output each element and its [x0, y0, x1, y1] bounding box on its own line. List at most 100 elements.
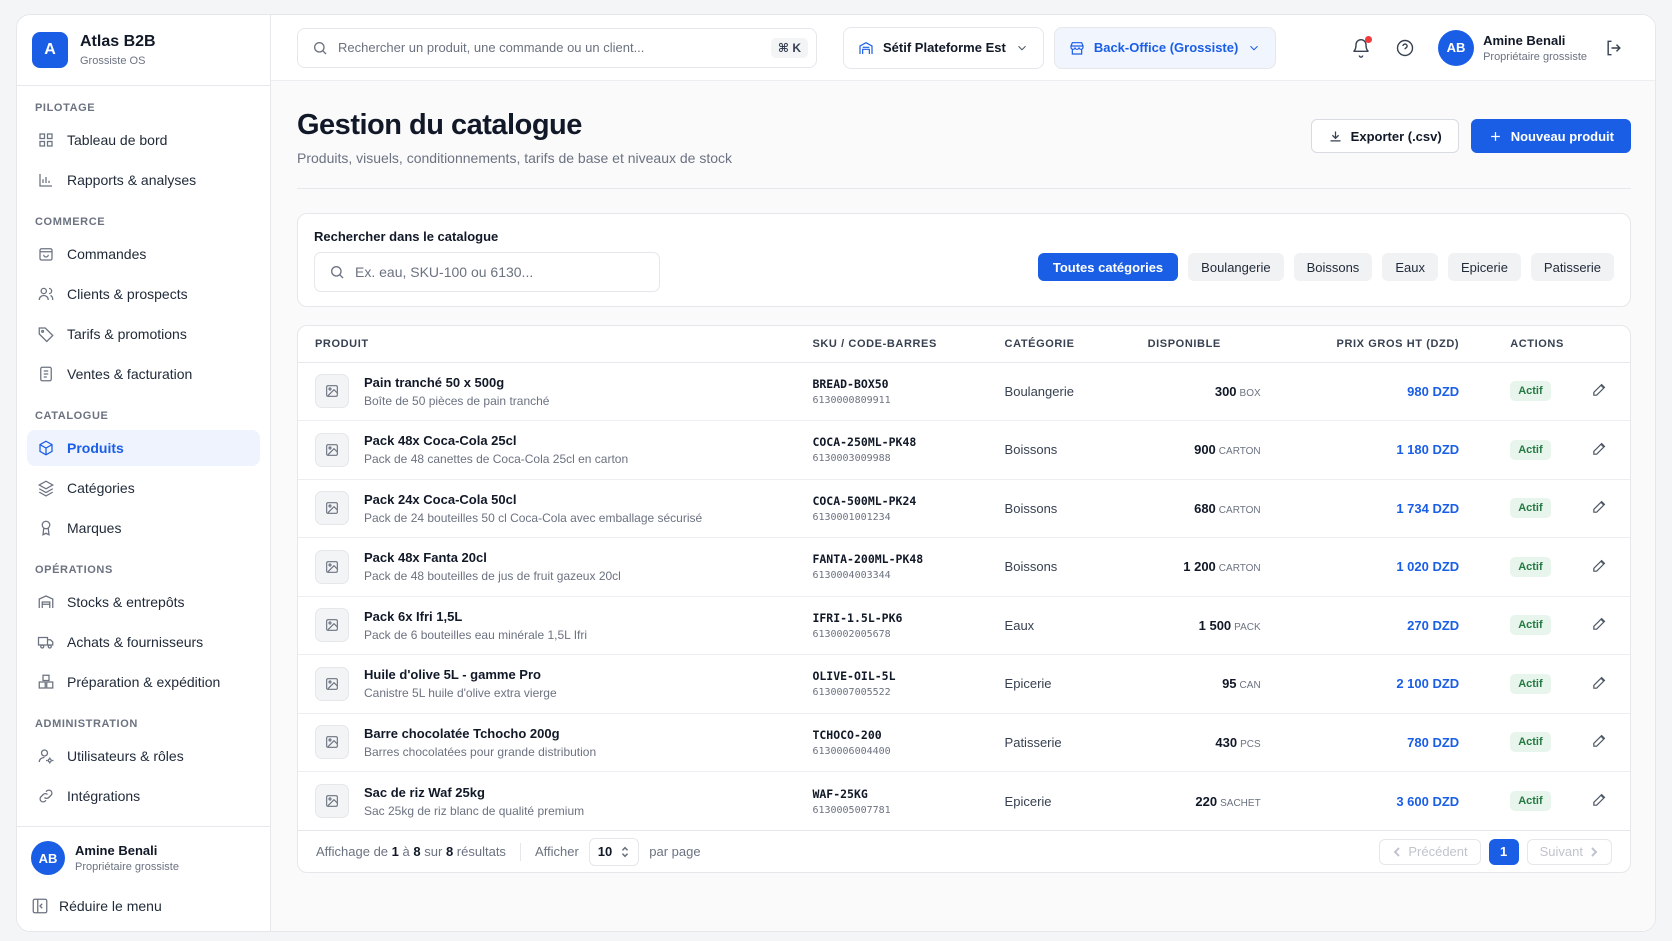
product-barcode: 6130007005522: [812, 687, 891, 699]
product-name[interactable]: Pack 48x Fanta 20cl: [364, 550, 621, 565]
product-description: Pack de 48 bouteilles de jus de fruit ga…: [364, 569, 621, 584]
table-row[interactable]: Pain tranché 50 x 500g Boîte de 50 pièce…: [298, 362, 1630, 421]
sidebar-item-preparation-expedition[interactable]: Préparation & expédition: [27, 664, 260, 700]
sidebar-item-clients-prospects[interactable]: Clients & prospects: [27, 276, 260, 312]
bag-icon: [39, 248, 53, 261]
sidebar-item-produits[interactable]: Produits: [27, 430, 260, 466]
product-thumbnail[interactable]: [315, 549, 349, 584]
category-chip[interactable]: Eaux: [1382, 253, 1438, 281]
sidebar-item-stocks-entrepots[interactable]: Stocks & entrepôts: [27, 584, 260, 620]
product-name[interactable]: Pack 24x Coca-Cola 50cl: [364, 492, 702, 507]
product-quantity: 1 200: [1183, 559, 1216, 575]
logout-button[interactable]: [1597, 31, 1631, 65]
topbar-user[interactable]: AB Amine Benali Propriétaire grossiste: [1438, 29, 1587, 66]
table-row[interactable]: Pack 6x Ifri 1,5L Pack de 6 bouteilles e…: [298, 596, 1630, 655]
brand[interactable]: A Atlas B2B Grossiste OS: [17, 15, 270, 86]
product-thumbnail[interactable]: [315, 784, 349, 818]
workspace-select[interactable]: Back-Office (Grossiste): [1053, 26, 1277, 69]
brand-logo: A: [32, 32, 68, 68]
global-search-input[interactable]: [338, 40, 761, 55]
col-category[interactable]: CATÉGORIE: [1004, 326, 1133, 363]
product-thumbnail[interactable]: [315, 608, 349, 643]
catalog-search[interactable]: [314, 251, 660, 292]
brand-subtitle: Grossiste OS: [80, 55, 146, 67]
col-sku[interactable]: SKU / CODE-BARRES: [812, 326, 1005, 363]
edit-product-button[interactable]: [1591, 440, 1608, 460]
sidebar-item-utilisateurs-roles[interactable]: Utilisateurs & rôles: [27, 738, 260, 774]
product-name[interactable]: Sac de riz Waf 25kg: [364, 785, 584, 800]
sidebar-item-label: Rapports & analyses: [67, 172, 197, 188]
edit-product-button[interactable]: [1591, 615, 1608, 635]
product-name[interactable]: Huile d'olive 5L - gamme Pro: [364, 667, 557, 682]
nav-section-title: ADMINISTRATION: [35, 718, 138, 730]
sidebar-nav: PILOTAGE Tableau de bord Rapports & anal…: [17, 86, 270, 826]
notifications-button[interactable]: [1344, 31, 1378, 65]
edit-product-button[interactable]: [1591, 498, 1608, 518]
product-thumbnail[interactable]: [315, 491, 349, 526]
product-name[interactable]: Pain tranché 50 x 500g: [364, 375, 549, 390]
category-chip[interactable]: Toutes catégories: [1037, 253, 1179, 281]
table-row[interactable]: Pack 48x Fanta 20cl Pack de 48 bouteille…: [298, 537, 1630, 597]
sidebar-item-marques[interactable]: Marques: [27, 510, 260, 546]
catalog-search-input[interactable]: [355, 263, 645, 280]
global-search[interactable]: ⌘ K: [297, 27, 817, 68]
col-price[interactable]: PRIX GROS HT (DZD): [1260, 326, 1460, 363]
sidebar-item-achats-fournisseurs[interactable]: Achats & fournisseurs: [27, 624, 260, 660]
product-thumbnail[interactable]: [315, 374, 349, 409]
per-page-select[interactable]: 10: [588, 837, 640, 866]
sidebar-item-label: Ventes & facturation: [67, 366, 193, 382]
category-chip[interactable]: Patisserie: [1530, 253, 1614, 281]
sidebar-item-commandes[interactable]: Commandes: [27, 236, 260, 272]
product-unit: CARTON: [1218, 563, 1261, 575]
user-name: Amine Benali: [75, 843, 158, 858]
sidebar-item-tarifs-promotions[interactable]: Tarifs & promotions: [27, 316, 260, 352]
product-name[interactable]: Pack 6x Ifri 1,5L: [364, 609, 587, 624]
product-category: Boissons: [1004, 420, 1133, 480]
new-product-button[interactable]: Nouveau produit: [1470, 119, 1631, 153]
sort-updown-icon: [622, 846, 629, 857]
edit-product-button[interactable]: [1591, 557, 1608, 577]
collapse-menu-button[interactable]: Réduire le menu: [31, 897, 256, 915]
sidebar-user[interactable]: AB Amine Benali Propriétaire grossiste: [31, 841, 256, 875]
product-name[interactable]: Pack 48x Coca-Cola 25cl: [364, 433, 628, 448]
category-chip[interactable]: Boulangerie: [1188, 253, 1284, 281]
category-chip[interactable]: Boissons: [1293, 253, 1373, 281]
table-row[interactable]: Pack 48x Coca-Cola 25cl Pack de 48 canet…: [298, 420, 1630, 480]
product-name[interactable]: Barre chocolatée Tchocho 200g: [364, 726, 596, 741]
product-barcode: 6130004003344: [812, 570, 891, 582]
edit-product-button[interactable]: [1591, 791, 1608, 811]
table-row[interactable]: Barre chocolatée Tchocho 200g Barres cho…: [298, 713, 1630, 772]
previous-page-button[interactable]: Précédent: [1379, 838, 1481, 865]
sidebar-item-ventes-facturation[interactable]: Ventes & facturation: [27, 356, 260, 392]
edit-product-button[interactable]: [1591, 381, 1608, 401]
product-thumbnail[interactable]: [315, 725, 349, 760]
edit-product-button[interactable]: [1591, 674, 1608, 694]
table-row[interactable]: Huile d'olive 5L - gamme Pro Canistre 5L…: [298, 654, 1630, 714]
sidebar-item-rapports-analyses[interactable]: Rapports & analyses: [27, 162, 260, 198]
col-product[interactable]: PRODUIT: [298, 326, 813, 363]
sidebar-item-tableau-de-bord[interactable]: Tableau de bord: [27, 122, 260, 158]
sidebar-item-categories[interactable]: Catégories: [27, 470, 260, 506]
page-number-button[interactable]: 1: [1488, 838, 1519, 865]
category-chip[interactable]: Epicerie: [1447, 253, 1521, 281]
image-icon: [326, 677, 338, 690]
next-page-label: Suivant: [1539, 844, 1583, 859]
col-available[interactable]: DISPONIBLE: [1132, 326, 1261, 363]
product-thumbnail[interactable]: [315, 666, 349, 701]
sidebar-item-integrations[interactable]: Intégrations: [27, 778, 260, 814]
product-category: Epicerie: [1004, 793, 1052, 809]
product-price: 2 100 DZD: [1260, 654, 1460, 714]
next-page-button[interactable]: Suivant: [1526, 838, 1612, 865]
help-button[interactable]: [1388, 31, 1422, 65]
table-row[interactable]: Sac de riz Waf 25kg Sac 25kg de riz blan…: [298, 772, 1630, 831]
help-circle-icon: [1396, 39, 1414, 56]
table-row[interactable]: Pack 24x Coca-Cola 50cl Pack de 24 boute…: [298, 479, 1630, 538]
product-thumbnail[interactable]: [315, 432, 349, 467]
edit-product-button[interactable]: [1591, 732, 1608, 752]
export-csv-button[interactable]: Exporter (.csv): [1310, 119, 1459, 153]
sidebar-item-label: Produits: [67, 440, 124, 456]
warehouse-select[interactable]: Sétif Plateforme Est: [843, 26, 1044, 69]
product-category: Eaux: [1004, 596, 1133, 655]
product-unit: SACHET: [1220, 797, 1261, 809]
store-icon: [1070, 41, 1084, 55]
